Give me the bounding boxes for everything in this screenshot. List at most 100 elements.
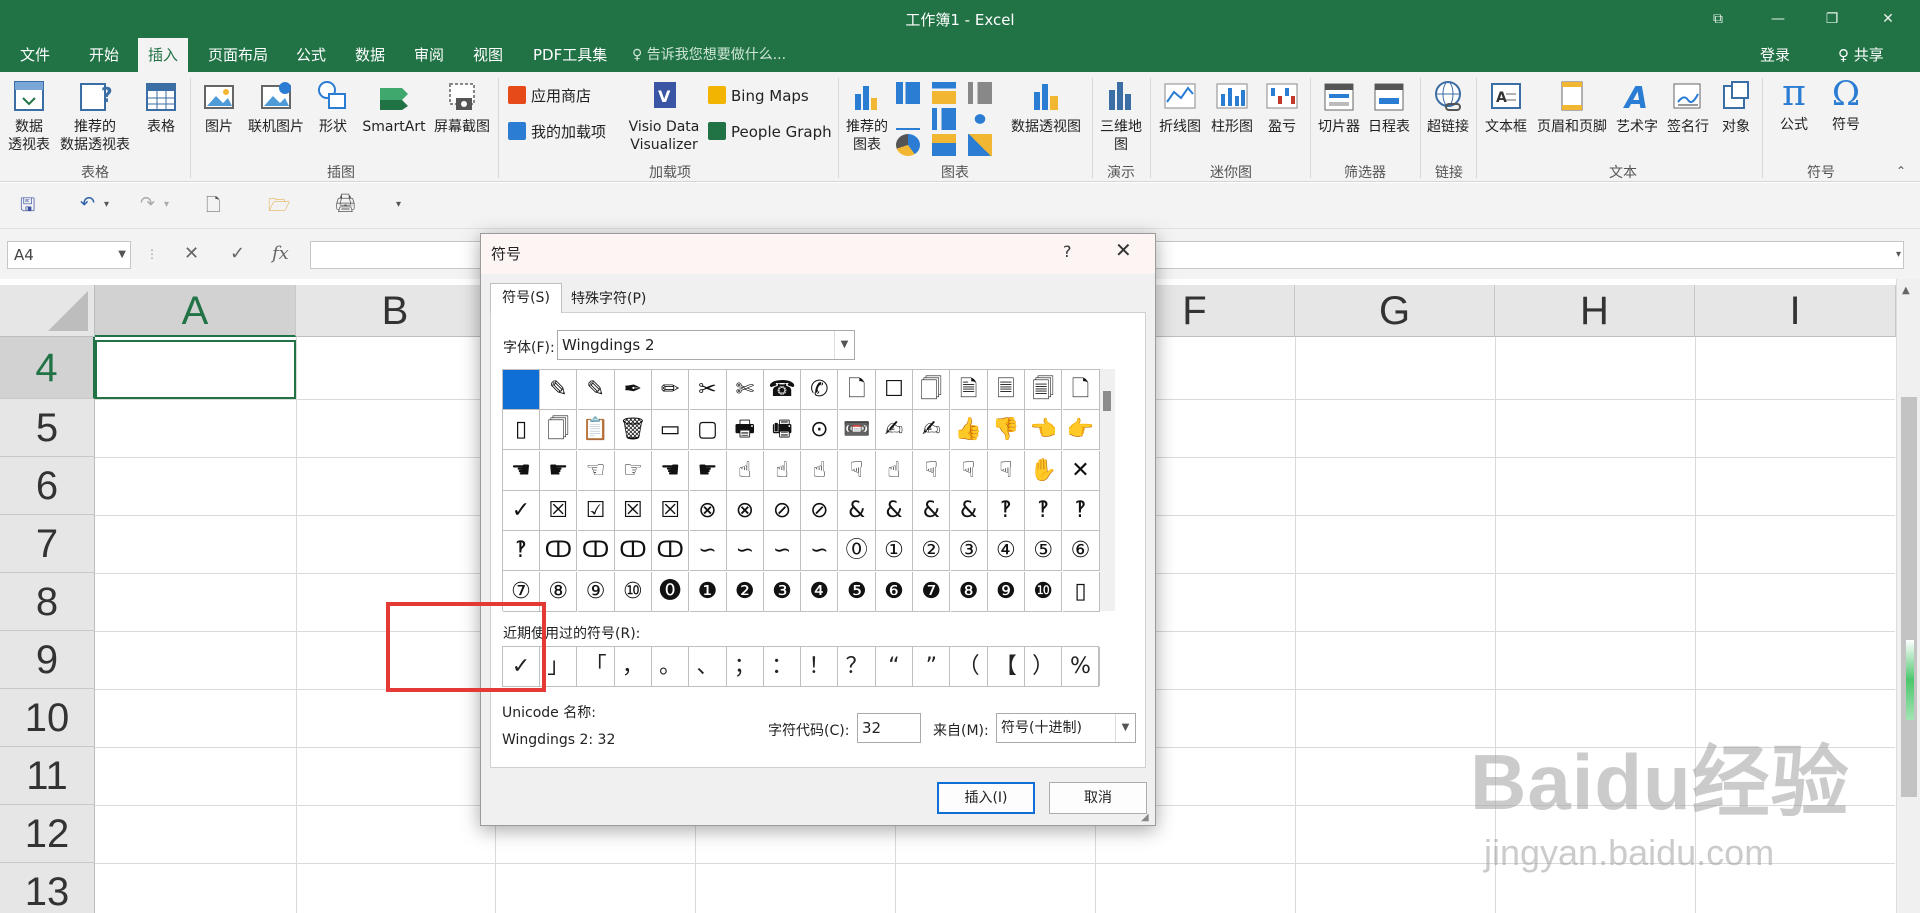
recent-symbol-cell[interactable]: % — [1063, 647, 1100, 686]
redo-icon[interactable]: ↷ — [140, 193, 155, 214]
symbol-cell[interactable]: ☚ — [652, 450, 690, 491]
symbol-cell[interactable]: ✆ — [801, 370, 839, 410]
symbol-cell[interactable]: ③ — [950, 531, 988, 572]
tab-pdf-tools[interactable]: PDF工具集 — [523, 38, 617, 72]
symbol-cell[interactable]: ⊗ — [689, 490, 727, 531]
symbol-cell[interactable]: ✂ — [689, 370, 727, 410]
symbol-cell[interactable]: ☞ — [614, 450, 652, 491]
recent-symbol-cell[interactable]: 、 — [690, 647, 727, 686]
login-link[interactable]: 登录 — [1760, 38, 1790, 72]
restore-ribbon-icon[interactable]: ⧉ — [1698, 5, 1738, 33]
symbol-cell[interactable]: ⊗ — [726, 490, 764, 531]
customize-qat-icon[interactable]: ▾ — [396, 199, 401, 210]
timeline-button[interactable]: 日程表 — [1364, 78, 1414, 136]
recent-symbol-cell[interactable]: ， — [615, 647, 652, 686]
symbol-cell[interactable]: 🗐 — [1025, 370, 1063, 410]
help-button[interactable]: ? — [1063, 242, 1072, 261]
symbol-cell[interactable]: ↀ — [540, 531, 578, 572]
symbol-cell[interactable]: 👉 — [1062, 410, 1100, 451]
symbol-cell[interactable]: ☑ — [577, 490, 615, 531]
chevron-down-icon[interactable]: ▼ — [118, 242, 126, 268]
column-header-b[interactable]: B — [296, 285, 495, 337]
cancel-icon[interactable]: ✕ — [184, 243, 199, 264]
recent-symbol-cell[interactable]: ） — [1025, 647, 1063, 686]
symbol-cell[interactable]: ❸ — [764, 571, 802, 612]
symbol-cell[interactable]: ∽ — [689, 531, 727, 572]
dialog-close-button[interactable]: ✕ — [1115, 238, 1132, 262]
symbol-cell[interactable]: ☝ — [876, 450, 913, 491]
symbol-cell[interactable]: ↀ — [652, 531, 690, 572]
symbol-cell[interactable]: ⑤ — [1025, 531, 1063, 572]
undo-icon[interactable]: ↶ — [80, 193, 95, 214]
symbol-cell[interactable]: ☒ — [540, 490, 578, 531]
print-preview-icon[interactable]: 🖨 — [334, 193, 357, 214]
symbol-cell[interactable]: ☜ — [577, 450, 615, 491]
tab-formulas[interactable]: 公式 — [286, 38, 336, 72]
line-chart-icon[interactable] — [896, 108, 920, 130]
symbol-cell[interactable]: ✓ — [503, 490, 540, 531]
table-button[interactable]: 表格 — [138, 78, 184, 136]
area-chart-icon[interactable] — [968, 134, 992, 156]
row-header-4[interactable]: 4 — [0, 337, 95, 399]
symbol-cell[interactable]: ☐ — [876, 370, 913, 410]
row-header-10[interactable]: 10 — [0, 689, 95, 747]
symbol-cell[interactable]: ☚ — [503, 450, 540, 491]
symbol-cell[interactable]: ② — [913, 531, 951, 572]
column-header-i[interactable]: I — [1695, 285, 1896, 337]
symbol-cell[interactable]: ∽ — [801, 531, 839, 572]
symbol-cell[interactable]: ↀ — [577, 531, 615, 572]
symbol-cell[interactable]: ▭ — [652, 410, 690, 451]
symbol-cell[interactable]: ⊘ — [764, 490, 802, 531]
tab-data[interactable]: 数据 — [345, 38, 395, 72]
scroll-thumb[interactable] — [1103, 391, 1111, 411]
symbol-cell[interactable]: ✒ — [614, 370, 652, 410]
collapse-ribbon-icon[interactable]: ⌃ — [1896, 164, 1906, 178]
pivot-table-button[interactable]: 数据 透视表 — [4, 78, 54, 154]
insert-button[interactable]: 插入(I) — [937, 782, 1035, 814]
equation-button[interactable]: π 公式 — [1770, 76, 1818, 134]
symbol-cell[interactable]: 👎 — [987, 410, 1025, 451]
symbol-cell[interactable]: ❺ — [838, 571, 876, 612]
recent-symbol-cell[interactable]: ： — [764, 647, 802, 686]
symbol-cell[interactable]: ▯ — [1062, 571, 1100, 612]
tab-home[interactable]: 开始 — [79, 38, 129, 72]
slicer-button[interactable]: 切片器 — [1314, 78, 1364, 136]
symbol-cell[interactable]: ❿ — [1025, 571, 1063, 612]
row-header-12[interactable]: 12 — [0, 805, 95, 863]
symbol-cell[interactable]: ▢ — [689, 410, 727, 451]
symbol-cell[interactable]: ☛ — [540, 450, 578, 491]
recent-symbol-cell[interactable]: 。 — [652, 647, 690, 686]
symbol-cell[interactable]: ✋ — [1025, 450, 1063, 491]
symbol-cell[interactable]: ☛ — [689, 450, 727, 491]
symbol-cell[interactable]: & — [838, 490, 876, 531]
tab-insert[interactable]: 插入 — [138, 38, 189, 72]
symbol-cell[interactable]: ✍ — [876, 410, 913, 451]
textbox-button[interactable]: A 文本框 — [1480, 78, 1532, 136]
symbol-cell[interactable]: ⑨ — [577, 571, 615, 612]
scroll-thumb[interactable] — [1901, 397, 1917, 797]
close-window-button[interactable]: ✕ — [1868, 5, 1908, 33]
pie-chart-icon[interactable] — [896, 134, 920, 156]
maximize-button[interactable]: ❐ — [1812, 5, 1852, 33]
symbol-cell[interactable]: ④ — [987, 531, 1025, 572]
symbol-grid-scrollbar[interactable] — [1100, 369, 1115, 611]
insert-function-icon[interactable]: fx — [272, 243, 289, 264]
symbol-cell[interactable]: & — [950, 490, 988, 531]
tab-review[interactable]: 审阅 — [404, 38, 454, 72]
symbol-cell[interactable]: ☟ — [950, 450, 988, 491]
symbol-cell[interactable]: ⊙ — [801, 410, 839, 451]
symbol-cell[interactable]: 🗏 — [987, 370, 1025, 410]
symbol-cell[interactable]: ⑥ — [1062, 531, 1100, 572]
symbol-cell[interactable]: & — [913, 490, 951, 531]
share-button[interactable]: ♀ 共享 — [1838, 38, 1884, 72]
redo-dropdown-icon[interactable]: ▾ — [164, 199, 169, 210]
row-header-8[interactable]: 8 — [0, 573, 95, 631]
column-header-a[interactable]: A — [95, 285, 296, 337]
wordart-button[interactable]: A 艺术字 — [1612, 78, 1662, 136]
symbol-cell[interactable]: ‽ — [1025, 490, 1063, 531]
symbol-cell[interactable]: ☝ — [726, 450, 764, 491]
select-all-corner[interactable] — [0, 285, 95, 337]
symbol-cell[interactable]: ▯ — [503, 410, 540, 451]
symbol-cell[interactable]: ① — [876, 531, 913, 572]
expand-formula-icon[interactable]: ▾ — [1896, 249, 1901, 260]
